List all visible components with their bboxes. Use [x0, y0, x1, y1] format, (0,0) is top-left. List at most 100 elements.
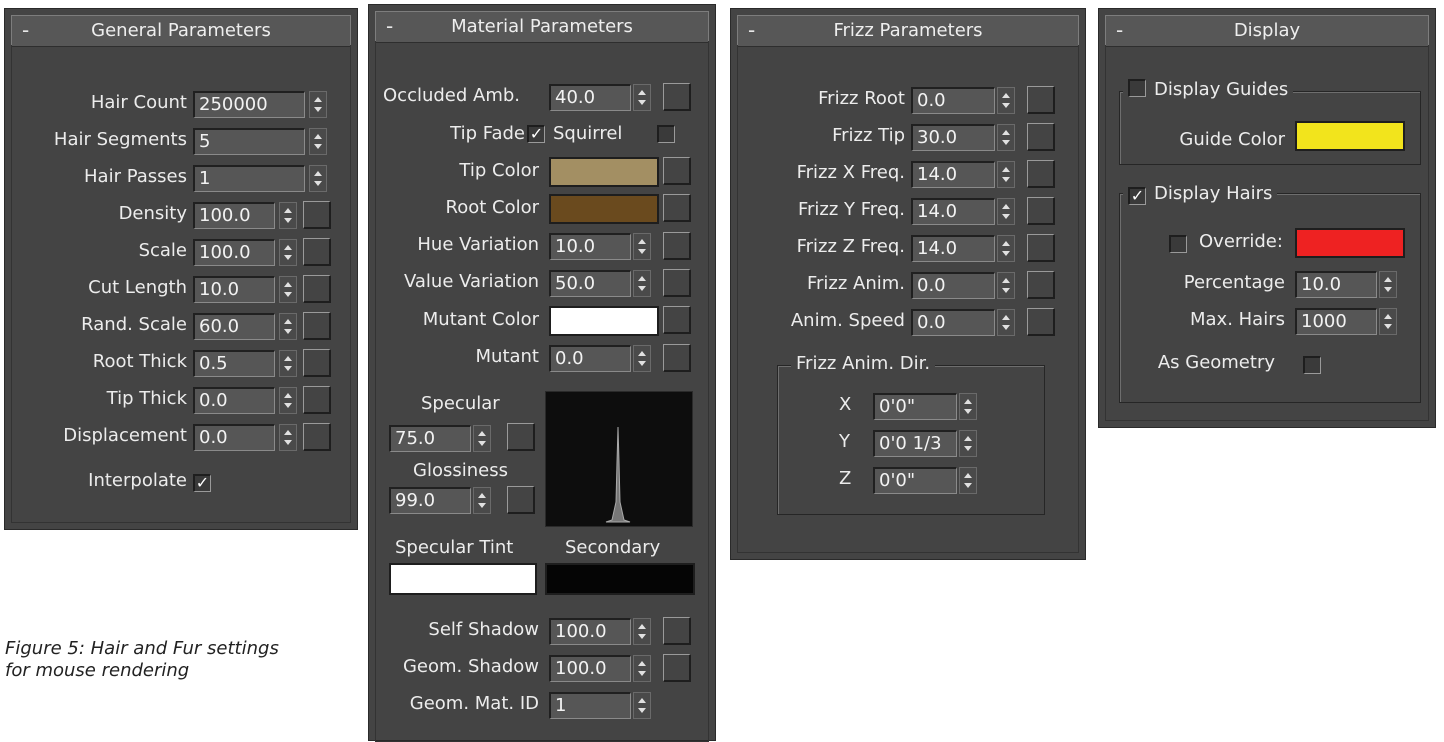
percentage-spinner[interactable]	[1379, 271, 1397, 298]
max-hairs-spinner[interactable]	[1379, 308, 1397, 335]
occluded-amb-field[interactable]: 40.0	[549, 84, 631, 111]
squirrel-checkbox[interactable]	[657, 125, 675, 143]
interpolate-checkbox[interactable]: ✓	[193, 474, 211, 492]
tip-fade-checkbox[interactable]: ✓	[527, 125, 545, 143]
max-hairs-field[interactable]: 1000	[1295, 308, 1377, 335]
glossiness-map-button[interactable]	[507, 486, 535, 514]
frizz-x-freq-spinner[interactable]	[997, 161, 1015, 188]
frizz-dir-x-field[interactable]: 0'0"	[873, 393, 957, 420]
hue-variation-field[interactable]: 10.0	[549, 233, 631, 260]
value-variation-map-button[interactable]	[663, 269, 691, 297]
value-variation-field[interactable]: 50.0	[549, 270, 631, 297]
frizz-dir-x-spinner[interactable]	[959, 393, 977, 420]
root-color-swatch[interactable]	[549, 194, 659, 224]
cut-length-spinner[interactable]	[279, 276, 297, 303]
frizz-tip-spinner[interactable]	[997, 124, 1015, 151]
anim-speed-spinner[interactable]	[997, 309, 1015, 336]
mutant-spinner[interactable]	[633, 345, 651, 372]
geom-shadow-field[interactable]: 100.0	[549, 655, 631, 682]
frizz-anim-map-button[interactable]	[1027, 271, 1055, 299]
secondary-swatch[interactable]	[545, 563, 695, 595]
tip-thick-field[interactable]: 0.0	[193, 387, 275, 414]
display-hairs-checkbox[interactable]: ✓	[1128, 187, 1146, 205]
frizz-anim-spinner[interactable]	[997, 272, 1015, 299]
density-spinner[interactable]	[279, 202, 297, 229]
hue-variation-map-button[interactable]	[663, 232, 691, 260]
material-parameters-header[interactable]: - Material Parameters	[375, 11, 709, 43]
tip-thick-map-button[interactable]	[303, 386, 331, 414]
tip-thick-spinner[interactable]	[279, 387, 297, 414]
hair-count-spinner[interactable]	[309, 91, 327, 118]
frizz-y-freq-field[interactable]: 14.0	[911, 198, 995, 225]
geom-mat-id-field[interactable]: 1	[549, 692, 631, 719]
frizz-root-spinner[interactable]	[997, 87, 1015, 114]
frizz-dir-z-spinner[interactable]	[959, 467, 977, 494]
specular-spinner[interactable]	[473, 425, 491, 452]
root-thick-spinner[interactable]	[279, 350, 297, 377]
frizz-tip-map-button[interactable]	[1027, 123, 1055, 151]
occluded-amb-map-button[interactable]	[663, 83, 691, 111]
specular-tint-swatch[interactable]	[389, 563, 537, 595]
geom-shadow-map-button[interactable]	[663, 654, 691, 682]
tip-color-swatch[interactable]	[549, 157, 659, 187]
scale-field[interactable]: 100.0	[193, 239, 275, 266]
value-variation-spinner[interactable]	[633, 270, 651, 297]
hue-variation-spinner[interactable]	[633, 233, 651, 260]
frizz-y-freq-spinner[interactable]	[997, 198, 1015, 225]
hair-passes-field[interactable]: 1	[193, 165, 305, 192]
displacement-map-button[interactable]	[303, 423, 331, 451]
frizz-parameters-header[interactable]: - Frizz Parameters	[737, 15, 1079, 47]
hair-count-field[interactable]: 250000	[193, 91, 305, 118]
override-color-swatch[interactable]	[1295, 228, 1405, 258]
specular-field[interactable]: 75.0	[389, 425, 471, 452]
anim-speed-map-button[interactable]	[1027, 308, 1055, 336]
display-header[interactable]: - Display	[1105, 15, 1429, 47]
display-guides-checkbox[interactable]	[1128, 79, 1146, 97]
geom-mat-id-spinner[interactable]	[633, 692, 651, 719]
self-shadow-spinner[interactable]	[633, 618, 651, 645]
glossiness-spinner[interactable]	[473, 487, 491, 514]
scale-map-button[interactable]	[303, 238, 331, 266]
density-field[interactable]: 100.0	[193, 202, 275, 229]
mutant-map-button[interactable]	[663, 344, 691, 372]
frizz-anim-field[interactable]: 0.0	[911, 272, 995, 299]
root-thick-map-button[interactable]	[303, 349, 331, 377]
frizz-z-freq-spinner[interactable]	[997, 235, 1015, 262]
mutant-color-map-button[interactable]	[663, 306, 691, 334]
frizz-z-freq-map-button[interactable]	[1027, 234, 1055, 262]
scale-spinner[interactable]	[279, 239, 297, 266]
frizz-y-freq-map-button[interactable]	[1027, 197, 1055, 225]
frizz-dir-y-field[interactable]: 0'0 1/3	[873, 430, 957, 457]
root-color-map-button[interactable]	[663, 194, 691, 222]
guide-color-swatch[interactable]	[1295, 121, 1405, 151]
cut-length-field[interactable]: 10.0	[193, 276, 275, 303]
hair-segments-field[interactable]: 5	[193, 128, 305, 155]
rand-scale-map-button[interactable]	[303, 312, 331, 340]
mutant-color-swatch[interactable]	[549, 306, 659, 336]
percentage-field[interactable]: 10.0	[1295, 271, 1377, 298]
density-map-button[interactable]	[303, 201, 331, 229]
rand-scale-spinner[interactable]	[279, 313, 297, 340]
frizz-root-field[interactable]: 0.0	[911, 87, 995, 114]
tip-color-map-button[interactable]	[663, 157, 691, 185]
geom-shadow-spinner[interactable]	[633, 655, 651, 682]
self-shadow-map-button[interactable]	[663, 617, 691, 645]
frizz-root-map-button[interactable]	[1027, 86, 1055, 114]
anim-speed-field[interactable]: 0.0	[911, 309, 995, 336]
frizz-dir-y-spinner[interactable]	[959, 430, 977, 457]
root-thick-field[interactable]: 0.5	[193, 350, 275, 377]
frizz-tip-field[interactable]: 30.0	[911, 124, 995, 151]
occluded-amb-spinner[interactable]	[633, 84, 651, 111]
frizz-x-freq-field[interactable]: 14.0	[911, 161, 995, 188]
self-shadow-field[interactable]: 100.0	[549, 618, 631, 645]
hair-passes-spinner[interactable]	[309, 165, 327, 192]
mutant-field[interactable]: 0.0	[549, 345, 631, 372]
frizz-z-freq-field[interactable]: 14.0	[911, 235, 995, 262]
cut-length-map-button[interactable]	[303, 275, 331, 303]
frizz-dir-z-field[interactable]: 0'0"	[873, 467, 957, 494]
as-geometry-checkbox[interactable]	[1303, 356, 1321, 374]
general-parameters-header[interactable]: - General Parameters	[11, 15, 351, 47]
specular-map-button[interactable]	[507, 423, 535, 451]
displacement-field[interactable]: 0.0	[193, 424, 275, 451]
frizz-x-freq-map-button[interactable]	[1027, 160, 1055, 188]
